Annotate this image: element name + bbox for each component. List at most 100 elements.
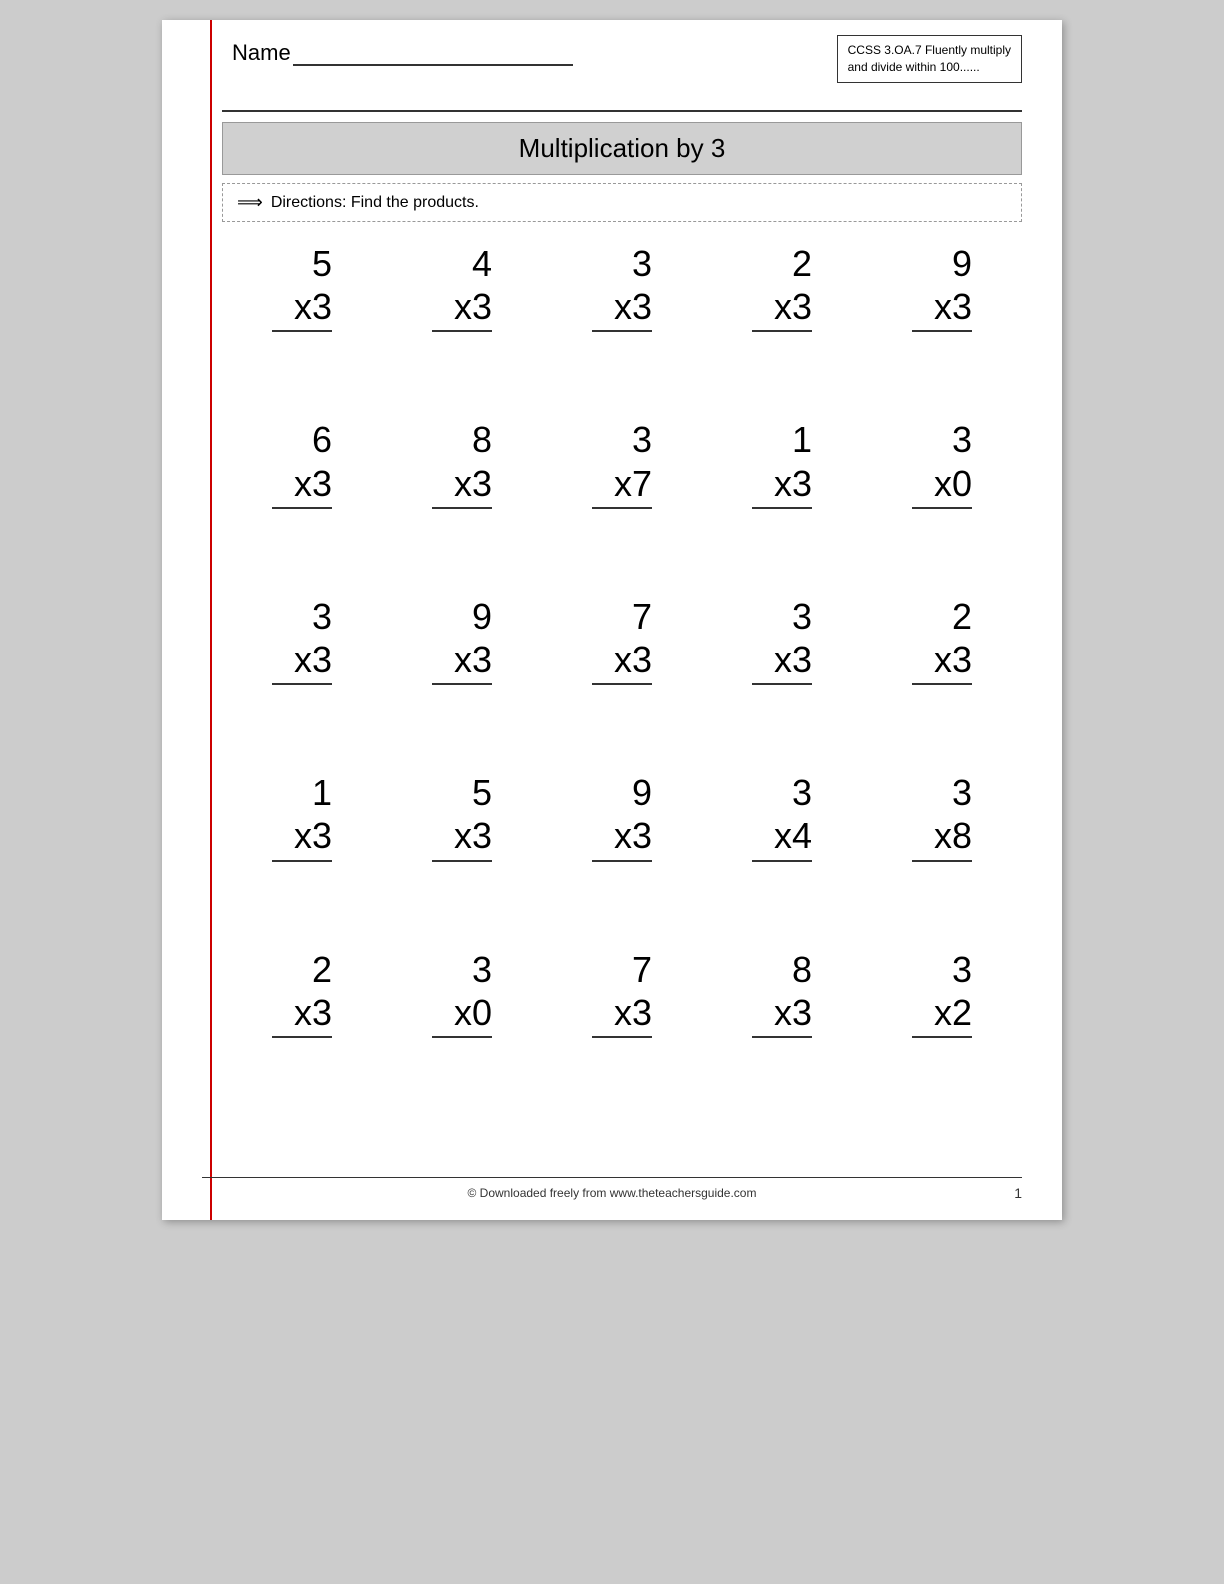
problems-row-3: 3x39x37x33x32x3: [222, 595, 1022, 721]
problem-answer[interactable]: [272, 685, 332, 721]
problems-row-4: 1x35x39x33x43x8: [222, 771, 1022, 897]
problem-multiplicand: 3: [912, 771, 972, 814]
problems-row-2: 6x38x33x71x33x0: [222, 418, 1022, 544]
problem-answer[interactable]: [912, 332, 972, 368]
problem-multiplier: x8: [912, 814, 972, 861]
problem-multiplicand: 2: [272, 948, 332, 991]
problem-multiplier: x3: [592, 991, 652, 1038]
problem-answer[interactable]: [752, 1038, 812, 1074]
problem-answer[interactable]: [592, 685, 652, 721]
problem-1-4: 2x3: [722, 242, 842, 368]
problem-2-5: 3x0: [882, 418, 1002, 544]
problem-multiplier: x3: [432, 638, 492, 685]
problem-multiplicand: 3: [432, 948, 492, 991]
problem-multiplicand: 3: [592, 418, 652, 461]
problems-row-1: 5x34x33x32x39x3: [222, 242, 1022, 368]
problem-1-1: 5x3: [242, 242, 362, 368]
problem-multiplier: x4: [752, 814, 812, 861]
problem-5-2: 3x0: [402, 948, 522, 1074]
problem-answer[interactable]: [272, 1038, 332, 1074]
problem-answer[interactable]: [752, 509, 812, 545]
name-input-line: [293, 44, 573, 66]
worksheet-title: Multiplication by 3: [222, 122, 1022, 175]
problem-multiplier: x3: [272, 991, 332, 1038]
problem-4-3: 9x3: [562, 771, 682, 897]
problem-multiplier: x3: [272, 462, 332, 509]
problem-1-5: 9x3: [882, 242, 1002, 368]
problem-multiplicand: 9: [432, 595, 492, 638]
problem-multiplier: x3: [592, 638, 652, 685]
problem-5-3: 7x3: [562, 948, 682, 1074]
problem-answer[interactable]: [912, 862, 972, 898]
problem-answer[interactable]: [432, 685, 492, 721]
problem-3-4: 3x3: [722, 595, 842, 721]
name-label: Name: [232, 40, 291, 66]
problem-answer[interactable]: [272, 332, 332, 368]
problem-multiplier: x3: [912, 285, 972, 332]
problem-multiplicand: 2: [752, 242, 812, 285]
problem-multiplicand: 5: [432, 771, 492, 814]
problem-multiplicand: 3: [912, 948, 972, 991]
problem-multiplicand: 1: [272, 771, 332, 814]
problem-5-4: 8x3: [722, 948, 842, 1074]
problem-multiplicand: 4: [432, 242, 492, 285]
problem-multiplier: x3: [752, 991, 812, 1038]
problem-answer[interactable]: [592, 1038, 652, 1074]
problem-multiplicand: 2: [912, 595, 972, 638]
problem-answer[interactable]: [912, 1038, 972, 1074]
problem-3-5: 2x3: [882, 595, 1002, 721]
problem-multiplicand: 3: [592, 242, 652, 285]
problem-answer[interactable]: [432, 332, 492, 368]
problem-answer[interactable]: [592, 509, 652, 545]
problem-multiplicand: 3: [912, 418, 972, 461]
problem-multiplier: x3: [912, 638, 972, 685]
problem-multiplier: x3: [592, 814, 652, 861]
problem-1-3: 3x3: [562, 242, 682, 368]
problem-answer[interactable]: [592, 862, 652, 898]
problem-3-2: 9x3: [402, 595, 522, 721]
problem-4-1: 1x3: [242, 771, 362, 897]
problem-answer[interactable]: [752, 862, 812, 898]
problem-multiplicand: 9: [592, 771, 652, 814]
problem-multiplicand: 3: [752, 595, 812, 638]
problem-multiplicand: 7: [592, 948, 652, 991]
problem-2-1: 6x3: [242, 418, 362, 544]
problem-answer[interactable]: [752, 685, 812, 721]
problems-row-5: 2x33x07x38x33x2: [222, 948, 1022, 1074]
problem-multiplier: x3: [752, 638, 812, 685]
problem-multiplicand: 1: [752, 418, 812, 461]
problem-multiplicand: 6: [272, 418, 332, 461]
standard-box: CCSS 3.OA.7 Fluently multiply and divide…: [837, 35, 1022, 83]
problem-4-4: 3x4: [722, 771, 842, 897]
standard-text: CCSS 3.OA.7 Fluently multiply and divide…: [848, 43, 1011, 74]
problem-1-2: 4x3: [402, 242, 522, 368]
page-number: 1: [1014, 1185, 1022, 1201]
problem-multiplier: x3: [272, 814, 332, 861]
problem-answer[interactable]: [432, 509, 492, 545]
problem-answer[interactable]: [752, 332, 812, 368]
problem-multiplicand: 9: [912, 242, 972, 285]
problem-answer[interactable]: [592, 332, 652, 368]
problem-2-3: 3x7: [562, 418, 682, 544]
problem-answer[interactable]: [912, 685, 972, 721]
problem-answer[interactable]: [912, 509, 972, 545]
problem-multiplier: x3: [752, 285, 812, 332]
problem-multiplier: x3: [592, 285, 652, 332]
problem-multiplicand: 3: [752, 771, 812, 814]
problem-answer[interactable]: [272, 509, 332, 545]
problem-answer[interactable]: [272, 862, 332, 898]
top-divider: [222, 110, 1022, 112]
problem-answer[interactable]: [432, 862, 492, 898]
problem-multiplicand: 8: [752, 948, 812, 991]
problem-multiplicand: 8: [432, 418, 492, 461]
problem-multiplier: x3: [752, 462, 812, 509]
arrow-icon: ⟹: [237, 192, 263, 213]
problem-2-2: 8x3: [402, 418, 522, 544]
problem-multiplicand: 3: [272, 595, 332, 638]
problem-multiplier: x3: [432, 814, 492, 861]
footer-text: © Downloaded freely from www.theteachers…: [468, 1186, 757, 1200]
problem-3-1: 3x3: [242, 595, 362, 721]
problem-2-4: 1x3: [722, 418, 842, 544]
problem-answer[interactable]: [432, 1038, 492, 1074]
footer: © Downloaded freely from www.theteachers…: [202, 1177, 1022, 1200]
